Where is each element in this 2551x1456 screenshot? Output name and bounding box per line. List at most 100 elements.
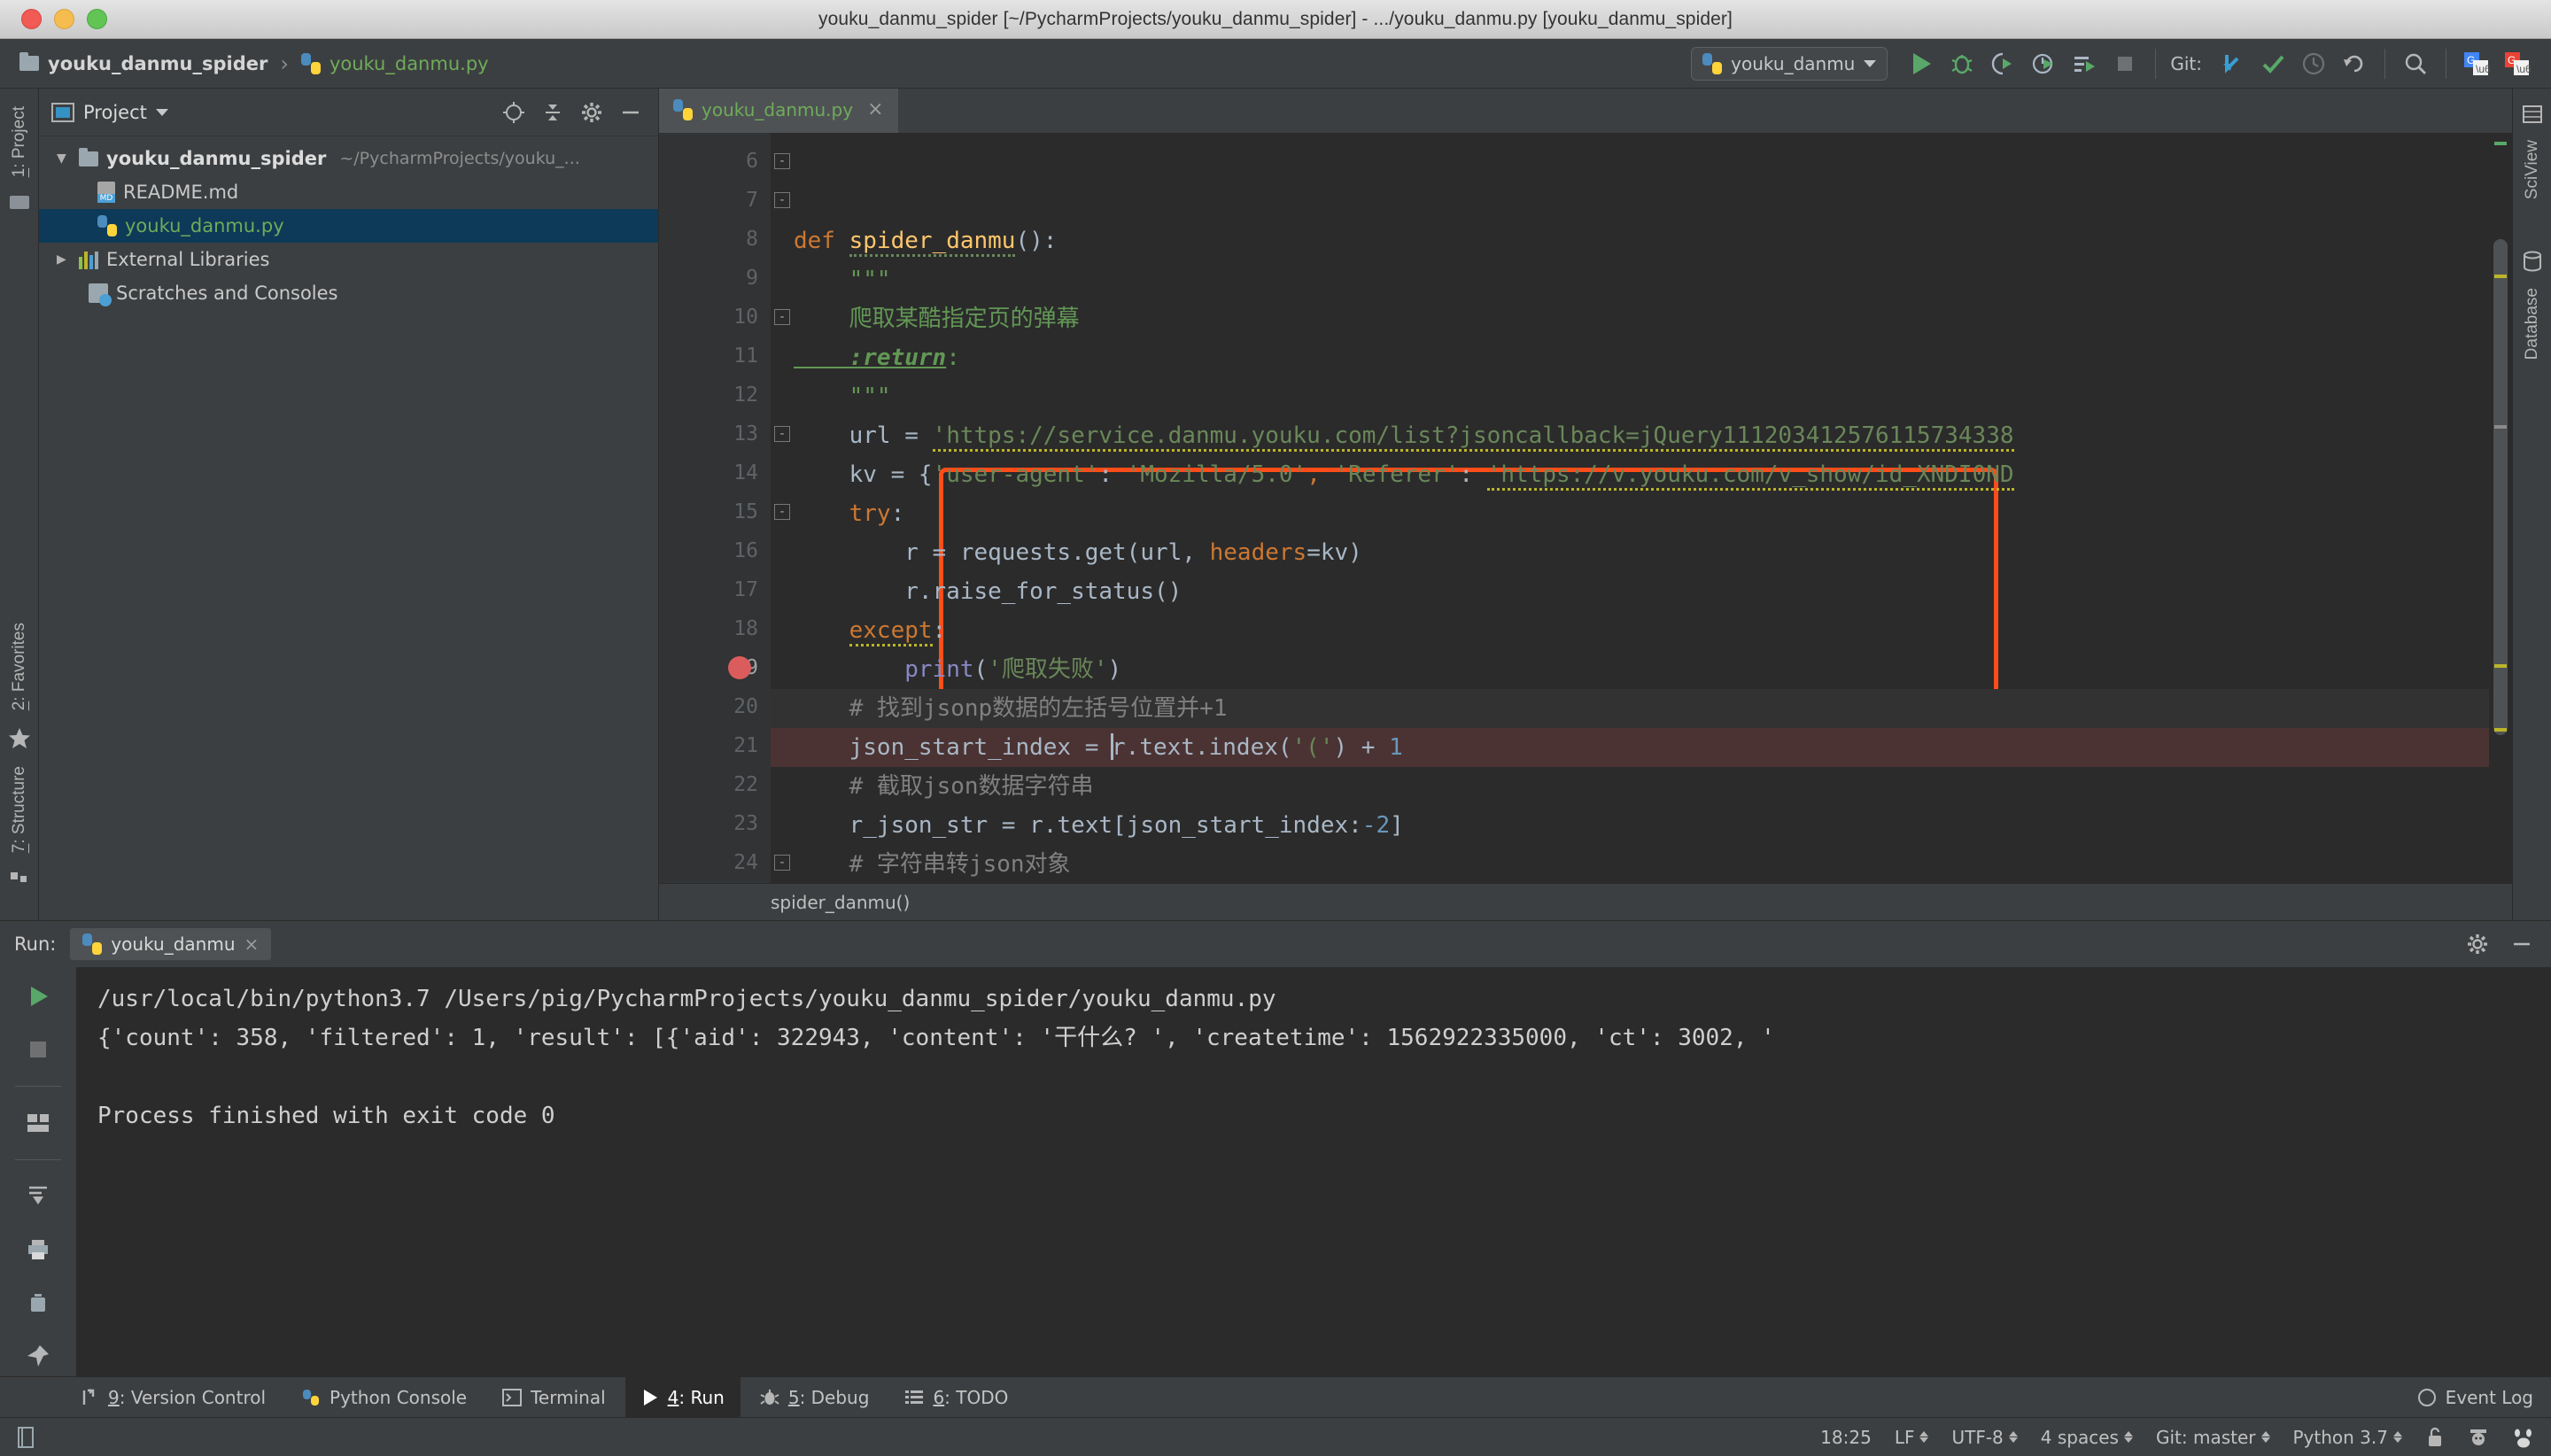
- hector-icon[interactable]: [2468, 1426, 2489, 1449]
- code-line-15[interactable]: r.raise_for_status(): [771, 572, 2512, 611]
- stop-button[interactable]: [2105, 44, 2144, 83]
- gutter-line-22[interactable]: 22: [659, 765, 771, 804]
- line-separator[interactable]: LF: [1895, 1427, 1929, 1448]
- code-line-6[interactable]: def spider_danmu():: [771, 221, 2512, 260]
- gutter-line-13[interactable]: 13-: [659, 414, 771, 453]
- bottom-tab-6-todo[interactable]: 6: TODO: [888, 1377, 1024, 1417]
- bottom-tab-9-version-control[interactable]: 9: Version Control: [64, 1377, 282, 1417]
- gutter-line-17[interactable]: 17: [659, 570, 771, 609]
- code-line-10[interactable]: """: [771, 377, 2512, 416]
- bottom-tab-5-debug[interactable]: 5: Debug: [744, 1377, 886, 1417]
- close-icon[interactable]: ×: [867, 98, 883, 120]
- translate-icon[interactable]: G\u6587: [2498, 44, 2537, 83]
- profile-button[interactable]: [2024, 44, 2063, 83]
- expand-arrow-icon[interactable]: ▶: [57, 252, 71, 267]
- gear-icon[interactable]: [577, 97, 607, 128]
- gear-icon[interactable]: [2462, 929, 2493, 959]
- chevron-down-icon[interactable]: [156, 109, 168, 116]
- gutter-line-19[interactable]: 19: [659, 648, 771, 687]
- gutter-line-16[interactable]: 16: [659, 531, 771, 570]
- gutter-line-21[interactable]: 21: [659, 726, 771, 765]
- editor-code[interactable]: def spider_danmu(): """ 爬取某酷指定页的弹幕 :retu…: [771, 133, 2512, 883]
- run-with-coverage-button[interactable]: [1983, 44, 2022, 83]
- debug-button[interactable]: [1942, 44, 1981, 83]
- change-marker[interactable]: [2494, 425, 2507, 429]
- gutter-line-7[interactable]: 7-: [659, 181, 771, 220]
- minimize-icon[interactable]: [2507, 929, 2537, 959]
- gutter-line-23[interactable]: 23: [659, 804, 771, 843]
- editor-breadcrumb-bar[interactable]: spider_danmu(): [659, 883, 2512, 920]
- warning-marker[interactable]: [2494, 275, 2507, 278]
- gutter-line-11[interactable]: 11: [659, 337, 771, 376]
- gutter-line-15[interactable]: 15-: [659, 492, 771, 531]
- event-log-button[interactable]: Event Log: [2417, 1377, 2551, 1417]
- editor-viewport[interactable]: 6-7-8910-111213-1415-161718192021222324-…: [659, 133, 2512, 883]
- print-layout-icon[interactable]: [18, 1103, 58, 1143]
- run-tab-youku-danmu[interactable]: youku_danmu ×: [70, 928, 271, 960]
- indent-setting[interactable]: 4 spaces: [2041, 1427, 2133, 1448]
- breakpoint-icon[interactable]: [728, 656, 751, 679]
- locate-icon[interactable]: [499, 97, 529, 128]
- editor-gutter[interactable]: 6-7-8910-111213-1415-161718192021222324-…: [659, 133, 771, 883]
- file-encoding[interactable]: UTF-8: [1951, 1427, 2017, 1448]
- close-icon[interactable]: ×: [244, 933, 260, 955]
- tree-row-readme[interactable]: README.md: [39, 175, 658, 209]
- code-line-21[interactable]: r_json_str = r.text[json_start_index:-2]: [771, 806, 2512, 845]
- status-left-icon[interactable]: [16, 1426, 64, 1449]
- sidebar-item-sciview[interactable]: SciView: [2523, 131, 2542, 208]
- baidu-icon[interactable]: [2512, 1426, 2535, 1449]
- run-with-options-button[interactable]: [2065, 44, 2104, 83]
- sidebar-item-favorites[interactable]: 2: Favorites: [10, 614, 29, 719]
- git-history-icon[interactable]: [2294, 44, 2333, 83]
- git-commit-button[interactable]: [2253, 44, 2292, 83]
- git-update-project-button[interactable]: [2213, 44, 2252, 83]
- code-line-20[interactable]: # 截取json数据字符串: [771, 767, 2512, 806]
- expand-arrow-icon[interactable]: ▼: [57, 151, 71, 166]
- git-rollback-button[interactable]: [2335, 44, 2374, 83]
- bottom-tab-terminal[interactable]: Terminal: [486, 1377, 622, 1417]
- gutter-line-20[interactable]: 20: [659, 687, 771, 726]
- gutter-line-6[interactable]: 6-: [659, 142, 771, 181]
- code-line-18[interactable]: # 找到jsonp数据的左括号位置并+1: [771, 689, 2512, 728]
- code-line-12[interactable]: kv = {'user-agent': 'Mozilla/5.0', 'Refe…: [771, 455, 2512, 494]
- gutter-line-14[interactable]: 14: [659, 453, 771, 492]
- code-line-7[interactable]: """: [771, 260, 2512, 299]
- warning-marker[interactable]: [2494, 664, 2507, 668]
- scroll-to-end-icon[interactable]: [18, 1176, 58, 1217]
- lock-icon[interactable]: [2425, 1427, 2445, 1448]
- stop-icon[interactable]: [18, 1029, 58, 1070]
- tree-row-project-root[interactable]: ▼ youku_danmu_spider ~/PycharmProjects/y…: [39, 142, 658, 175]
- run-console-output[interactable]: /usr/local/bin/python3.7 /Users/pig/Pych…: [76, 967, 2551, 1376]
- code-line-11[interactable]: url = 'https://service.danmu.youku.com/l…: [771, 416, 2512, 455]
- collapse-all-icon[interactable]: [538, 97, 568, 128]
- run-button[interactable]: [1902, 44, 1941, 83]
- google-translate-icon[interactable]: G\u6587: [2457, 44, 2496, 83]
- search-everywhere-icon[interactable]: [2396, 44, 2435, 83]
- breadcrumb-file[interactable]: youku_danmu.py: [301, 53, 489, 74]
- code-line-22[interactable]: # 字符串转json对象: [771, 845, 2512, 883]
- git-branch[interactable]: Git: master: [2156, 1427, 2270, 1448]
- sidebar-item-database[interactable]: Database: [2523, 279, 2542, 368]
- gutter-line-18[interactable]: 18: [659, 609, 771, 648]
- gutter-line-9[interactable]: 9: [659, 259, 771, 298]
- python-interpreter[interactable]: Python 3.7: [2293, 1427, 2403, 1448]
- gutter-line-8[interactable]: 8: [659, 220, 771, 259]
- rerun-icon[interactable]: [18, 976, 58, 1017]
- gutter-line-24[interactable]: 24-: [659, 843, 771, 882]
- code-line-8[interactable]: 爬取某酷指定页的弹幕: [771, 299, 2512, 338]
- breadcrumb-project[interactable]: youku_danmu_spider: [19, 53, 268, 74]
- gutter-line-25[interactable]: 25: [659, 882, 771, 883]
- code-line-19[interactable]: json_start_index = r.text.index('(') + 1: [771, 728, 2512, 767]
- hide-icon[interactable]: [616, 97, 646, 128]
- tree-row-youku-danmu-py[interactable]: youku_danmu.py: [39, 209, 658, 243]
- editor-tab-youku-danmu-py[interactable]: youku_danmu.py ×: [659, 89, 898, 133]
- bottom-tab-4-run[interactable]: 4: Run: [625, 1377, 740, 1417]
- tree-row-scratches[interactable]: Scratches and Consoles: [39, 276, 658, 310]
- inspection-ok-marker[interactable]: [2494, 142, 2507, 145]
- warning-marker[interactable]: [2494, 728, 2507, 732]
- editor-scrollbar[interactable]: [2489, 133, 2512, 883]
- caret-position[interactable]: 18:25: [1820, 1427, 1872, 1448]
- trash-icon[interactable]: [18, 1282, 58, 1323]
- code-line-17[interactable]: print('爬取失败'): [771, 650, 2512, 689]
- code-line-16[interactable]: except:: [771, 611, 2512, 650]
